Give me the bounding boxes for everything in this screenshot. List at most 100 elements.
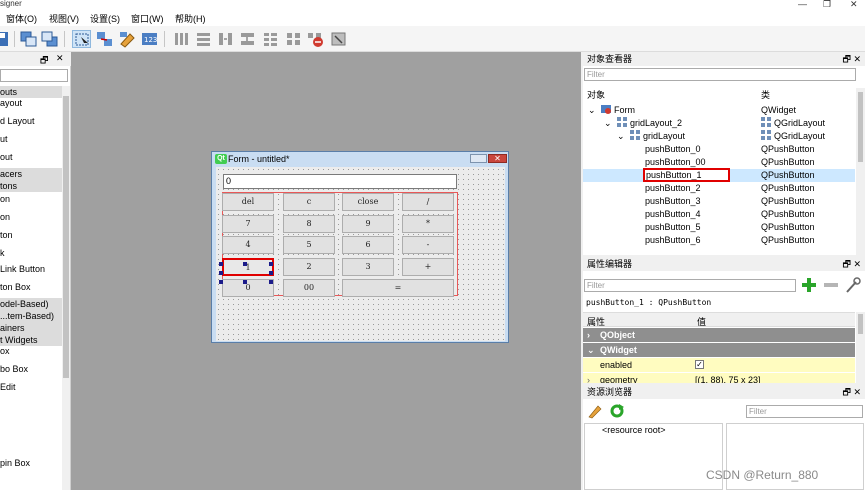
widget-item[interactable]: bo Box	[0, 364, 63, 374]
menu-help[interactable]: 帮助(H)	[175, 12, 206, 25]
digit-3-button[interactable]: 3	[342, 258, 394, 276]
equals-button[interactable]: =	[342, 279, 454, 297]
add-dynamic-property-icon[interactable]	[800, 276, 818, 294]
object-tree-scrollbar[interactable]	[856, 88, 865, 255]
widget-item[interactable]: out	[0, 152, 63, 162]
plus-button[interactable]: +	[402, 258, 454, 276]
menu-view[interactable]: 视图(V)	[49, 12, 79, 25]
form-minimize-button[interactable]	[470, 154, 487, 163]
widget-item[interactable]: Link Button	[0, 264, 63, 274]
edit-signals-icon[interactable]	[95, 30, 114, 48]
menu-windows[interactable]: 窗口(W)	[131, 12, 164, 25]
enabled-checkbox[interactable]: ✓	[695, 360, 704, 369]
panel-controls-icon[interactable]: 🗗 ✕	[843, 257, 862, 271]
digit-0-button[interactable]: 0	[222, 279, 274, 297]
selection-handle[interactable]	[269, 262, 273, 266]
edit-tab-order-icon[interactable]: 123	[140, 30, 159, 48]
layout-v-splitter-icon[interactable]	[238, 30, 257, 48]
digit-8-button[interactable]: 8	[283, 215, 335, 233]
display-line-edit[interactable]: 0	[223, 174, 457, 189]
chevron-down-icon[interactable]: ⌄	[588, 104, 596, 117]
scrollbar-thumb[interactable]	[858, 314, 863, 334]
adjust-size-icon[interactable]	[329, 30, 348, 48]
widget-item[interactable]: ton	[0, 230, 63, 240]
object-tree-row[interactable]: pushButton_4 QPushButton	[583, 208, 855, 221]
digit-9-button[interactable]: 9	[342, 215, 394, 233]
selection-handle[interactable]	[219, 280, 223, 284]
column-property[interactable]: 属性	[587, 315, 605, 328]
panel-controls-icon[interactable]: 🗗 ✕	[843, 52, 862, 66]
selection-handle[interactable]	[243, 280, 247, 284]
close-icon[interactable]: ✕	[56, 53, 64, 64]
object-tree-row[interactable]: ⌄ Form QWidget	[583, 104, 855, 117]
property-row-geometry[interactable]: › geometry [(1, 88), 75 x 23]	[583, 373, 855, 383]
selection-handle[interactable]	[219, 262, 223, 266]
object-tree-row[interactable]: pushButton_5 QPushButton	[583, 221, 855, 234]
object-tree-row[interactable]: ⌄ gridLayout_2 QGridLayout	[583, 117, 855, 130]
resource-root-item[interactable]: <resource root>	[602, 425, 666, 435]
selection-handle[interactable]	[219, 271, 223, 275]
restore-icon[interactable]: ❐	[823, 0, 831, 10]
column-value[interactable]: 值	[697, 315, 706, 328]
widget-item[interactable]: k	[0, 248, 63, 258]
layout-h-splitter-icon[interactable]	[216, 30, 235, 48]
widget-item[interactable]: on	[0, 212, 63, 222]
widget-item[interactable]: d Layout	[0, 116, 63, 126]
widget-category[interactable]: t Widgets	[0, 334, 63, 346]
column-class[interactable]: 类	[761, 88, 770, 101]
minus-button[interactable]: -	[402, 236, 454, 254]
widget-item[interactable]: Edit	[0, 382, 63, 392]
multiply-button[interactable]: *	[402, 215, 454, 233]
widget-category[interactable]: tons	[0, 180, 63, 192]
widget-category[interactable]: ...tem-Based)	[0, 310, 63, 322]
bring-to-front-icon[interactable]	[40, 30, 59, 48]
scrollbar-thumb[interactable]	[858, 92, 863, 162]
close-button[interactable]: close	[342, 193, 394, 211]
form-titlebar[interactable]: Qt Form - untitled* ✕	[212, 152, 508, 166]
close-icon[interactable]: ✕	[850, 0, 858, 10]
form-body[interactable]: 0 del c close/7 8 9 * 4 5 6-1 2 3 +0 00 =	[216, 167, 505, 341]
object-tree-row[interactable]: pushButton_0 QPushButton	[583, 143, 855, 156]
form-window[interactable]: Qt Form - untitled* ✕ 0 del c close / 7 8 9 * 4 5…	[211, 151, 509, 343]
selection-handle[interactable]	[269, 271, 273, 275]
widget-category[interactable]: acers	[0, 168, 63, 180]
del-button[interactable]: del	[222, 193, 274, 211]
scrollbar-thumb[interactable]	[63, 96, 69, 378]
property-scrollbar[interactable]	[856, 312, 865, 383]
menu-settings[interactable]: 设置(S)	[90, 12, 120, 25]
widget-item[interactable]: pin Box	[0, 458, 63, 468]
digit-1-button[interactable]: 1	[222, 258, 274, 276]
minimize-icon[interactable]: —	[798, 0, 807, 9]
digit-2-button[interactable]: 2	[283, 258, 335, 276]
divide-button[interactable]: /	[402, 193, 454, 211]
layout-vertical-icon[interactable]	[194, 30, 213, 48]
edit-widgets-icon[interactable]	[72, 30, 91, 48]
object-tree-row[interactable]: pushButton_2 QPushButton	[583, 182, 855, 195]
widget-box-scrollbar[interactable]	[62, 86, 70, 490]
digit-7-button[interactable]: 7	[222, 215, 274, 233]
widget-item[interactable]: ayout	[0, 98, 63, 108]
double-zero-button[interactable]: 00	[283, 279, 335, 297]
edit-buddies-icon[interactable]	[118, 30, 137, 48]
layout-form-icon[interactable]	[261, 30, 280, 48]
digit-4-button[interactable]: 4	[222, 236, 274, 254]
object-filter-input[interactable]: Filter	[584, 68, 856, 81]
object-tree-row[interactable]: pushButton_6 QPushButton	[583, 234, 855, 247]
chevron-down-icon[interactable]: ⌄	[604, 117, 612, 130]
property-filter-input[interactable]: Filter	[584, 279, 796, 292]
selection-handle[interactable]	[269, 280, 273, 284]
float-icon[interactable]: 🗗	[40, 53, 48, 69]
widget-filter-input[interactable]	[0, 69, 68, 82]
digit-5-button[interactable]: 5	[283, 236, 335, 254]
selection-handle[interactable]	[243, 262, 247, 266]
reload-icon[interactable]	[609, 403, 625, 419]
widget-item[interactable]: ut	[0, 134, 63, 144]
object-tree-row[interactable]: ⌄ gridLayout QGridLayout	[583, 130, 855, 143]
edit-resources-pencil-icon[interactable]	[587, 403, 603, 419]
widget-category[interactable]: outs	[0, 86, 63, 98]
property-group-qobject[interactable]: › QObject	[583, 328, 855, 342]
panel-controls-icon[interactable]: 🗗 ✕	[843, 385, 862, 399]
widget-category[interactable]: odel-Based)	[0, 298, 63, 310]
remove-property-icon[interactable]	[822, 276, 840, 294]
property-row-enabled[interactable]: enabled ✓	[583, 358, 855, 372]
